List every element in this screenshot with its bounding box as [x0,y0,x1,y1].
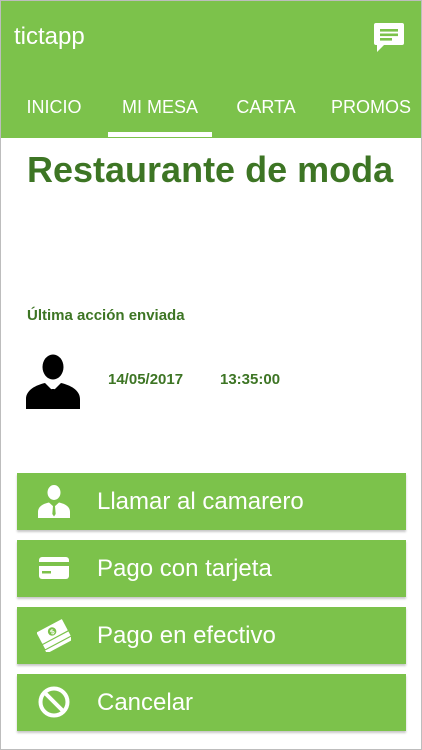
last-action-date: 14/05/2017 [108,371,184,388]
app-bar: tictapp INICIO MI MESA CARTA PROMOS [1,1,421,138]
cash-icon: $ [37,618,71,652]
cancel-label: Cancelar [97,689,194,716]
app-screen: tictapp INICIO MI MESA CARTA PROMOS Rest… [0,0,422,750]
tab-mi-mesa[interactable]: MI MESA [108,87,212,138]
app-title: tictapp [14,23,85,50]
credit-card-icon [39,557,69,579]
active-tab-indicator [108,132,212,137]
chat-button[interactable] [373,21,405,55]
cash-payment-button[interactable]: $ Pago en efectivo [17,607,406,664]
card-payment-button[interactable]: Pago con tarjeta [17,540,406,597]
card-payment-label: Pago con tarjeta [97,555,272,582]
tab-promos[interactable]: PROMOS [321,87,421,138]
last-action-label: Última acción enviada [27,307,185,324]
call-waiter-button[interactable]: Llamar al camarero [17,473,406,530]
tab-bar: INICIO MI MESA CARTA PROMOS [1,87,421,138]
waiter-icon [38,485,70,518]
page-title: Restaurante de moda [27,149,394,190]
cancel-icon [38,686,70,718]
chat-bubble-icon [374,23,404,52]
call-waiter-label: Llamar al camarero [97,488,304,515]
tab-inicio[interactable]: INICIO [9,87,99,138]
cash-payment-label: Pago en efectivo [97,622,276,649]
last-action-time: 13:35:00 [220,371,281,388]
waiter-icon [26,353,80,409]
tab-carta[interactable]: CARTA [221,87,311,138]
cancel-button[interactable]: Cancelar [17,674,406,731]
